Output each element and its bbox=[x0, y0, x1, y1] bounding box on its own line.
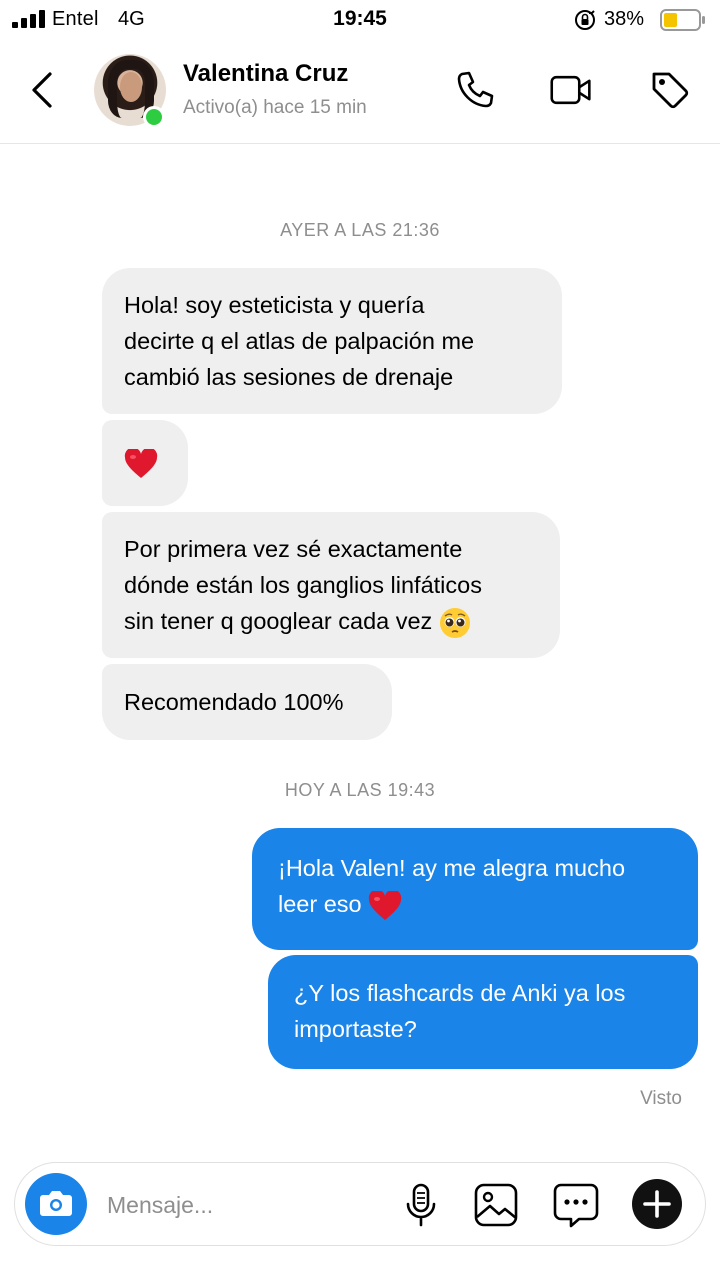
contact-activity-status: Activo(a) hace 15 min bbox=[183, 97, 367, 118]
message-line-with-emoji: sin tener q googlear cada vez bbox=[124, 603, 538, 639]
phone-icon[interactable] bbox=[453, 68, 497, 112]
incoming-message[interactable]: Hola! soy esteticista y quería decirte q… bbox=[102, 268, 562, 414]
camera-icon bbox=[40, 1191, 72, 1216]
message-line: sin tener q googlear cada vez bbox=[124, 608, 433, 634]
message-line: cambió las sesiones de drenaje bbox=[124, 364, 454, 390]
battery-icon bbox=[660, 9, 705, 31]
status-bar: Entel 4G 19:45 38% bbox=[0, 0, 720, 40]
message-line: Hola! soy esteticista y quería bbox=[124, 292, 425, 318]
chat-header: Valentina Cruz Activo(a) hace 15 min bbox=[0, 40, 720, 144]
message-input[interactable] bbox=[107, 1185, 387, 1225]
sticker-icon[interactable] bbox=[553, 1181, 599, 1229]
message-line: ¿Y los flashcards de Anki ya los bbox=[294, 980, 626, 1006]
video-camera-icon[interactable] bbox=[549, 68, 593, 112]
incoming-message[interactable]: Por primera vez sé exactamente dónde est… bbox=[102, 512, 560, 658]
message-line: leer eso bbox=[278, 891, 362, 917]
tag-icon[interactable] bbox=[648, 68, 692, 112]
message-line: Por primera vez sé exactamente bbox=[124, 536, 463, 562]
message-line: Recomendado 100% bbox=[124, 689, 344, 715]
battery-percent: 38% bbox=[604, 8, 645, 30]
gallery-icon[interactable] bbox=[473, 1181, 519, 1229]
red-heart-icon bbox=[124, 448, 158, 478]
message-line: decirte q el atlas de palpación me bbox=[124, 328, 475, 354]
message-line-with-emoji: leer eso bbox=[278, 886, 676, 922]
message-line: importaste? bbox=[294, 1016, 417, 1042]
timestamp: HOY A LAS 19:43 bbox=[284, 780, 436, 800]
timestamp: AYER A LAS 21:36 bbox=[280, 220, 440, 240]
outgoing-message[interactable]: ¡Hola Valen! ay me alegra mucho leer eso bbox=[252, 828, 698, 950]
online-status-dot bbox=[143, 106, 165, 128]
contact-name[interactable]: Valentina Cruz bbox=[183, 60, 348, 88]
plus-button[interactable] bbox=[632, 1179, 682, 1229]
red-heart-icon bbox=[368, 890, 402, 920]
back-chevron-icon[interactable] bbox=[24, 68, 60, 112]
outgoing-message[interactable]: ¿Y los flashcards de Anki ya los importa… bbox=[268, 955, 698, 1069]
message-line: ¡Hola Valen! ay me alegra mucho bbox=[278, 855, 626, 881]
plus-icon bbox=[643, 1190, 671, 1218]
message-line: dónde están los ganglios linfáticos bbox=[124, 572, 482, 598]
microphone-icon[interactable] bbox=[399, 1181, 445, 1229]
seen-receipt: Visto bbox=[640, 1088, 682, 1109]
camera-button[interactable] bbox=[25, 1173, 87, 1235]
pleading-face-icon bbox=[439, 607, 470, 638]
incoming-message[interactable] bbox=[102, 420, 188, 506]
rotation-lock-icon bbox=[575, 10, 595, 30]
incoming-message[interactable]: Recomendado 100% bbox=[102, 664, 392, 740]
message-composer bbox=[14, 1162, 706, 1246]
